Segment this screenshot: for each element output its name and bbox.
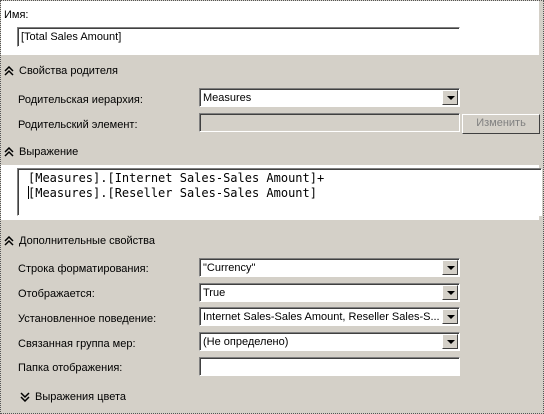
parent-member-field xyxy=(199,113,460,132)
chevron-down-icon[interactable] xyxy=(442,334,458,349)
change-button[interactable]: Изменить xyxy=(462,114,540,134)
expression-line-1: [Measures].[Internet Sales-Sales Amount]… xyxy=(28,171,325,185)
name-label: Имя: xyxy=(4,9,29,21)
visible-value: True xyxy=(203,287,226,299)
non-empty-behavior-label: Установленное поведение: xyxy=(18,313,157,325)
parent-properties-title: Свойства родителя xyxy=(19,65,118,77)
expression-title: Выражение xyxy=(19,146,79,158)
display-folder-input[interactable] xyxy=(199,357,460,376)
parent-member-label: Родительский элемент: xyxy=(18,119,138,131)
expression-header-band xyxy=(1,141,539,165)
parent-hierarchy-dropdown[interactable]: Measures xyxy=(199,88,460,107)
additional-properties-title: Дополнительные свойства xyxy=(19,235,155,247)
collapse-icon[interactable] xyxy=(4,236,14,246)
chevron-down-icon[interactable] xyxy=(442,285,458,300)
chevron-down-icon[interactable] xyxy=(442,309,458,324)
chevron-down-icon[interactable] xyxy=(442,260,458,275)
non-empty-behavior-dropdown[interactable]: Internet Sales-Sales Amount, Reseller Sa… xyxy=(199,307,460,326)
expression-line-2: [Measures].[Reseller Sales-Sales Amount] xyxy=(28,186,317,200)
measure-group-label: Связанная группа мер: xyxy=(18,338,136,350)
format-string-dropdown[interactable]: "Currency" xyxy=(199,258,460,277)
collapse-icon[interactable] xyxy=(4,147,14,157)
color-expressions-title: Выражения цвета xyxy=(35,391,126,403)
collapse-icon[interactable] xyxy=(4,66,14,76)
expand-icon[interactable] xyxy=(20,392,30,402)
measure-group-dropdown[interactable]: (Не определено) xyxy=(199,332,460,351)
parent-hierarchy-label: Родительская иерархия: xyxy=(18,94,143,106)
parent-hierarchy-value: Measures xyxy=(203,92,252,104)
expression-editor[interactable]: [Measures].[Internet Sales-Sales Amount]… xyxy=(17,168,542,216)
measure-group-value: (Не определено) xyxy=(203,336,289,348)
visible-dropdown[interactable]: True xyxy=(199,283,460,302)
name-input[interactable]: [Total Sales Amount] xyxy=(17,27,460,47)
display-folder-label: Папка отображения: xyxy=(18,362,123,374)
format-string-value: "Currency" xyxy=(203,262,256,274)
chevron-down-icon[interactable] xyxy=(442,90,458,105)
format-string-label: Строка форматирования: xyxy=(18,263,149,275)
visible-label: Отображается: xyxy=(18,288,95,300)
non-empty-behavior-value: Internet Sales-Sales Amount, Reseller Sa… xyxy=(203,311,439,323)
